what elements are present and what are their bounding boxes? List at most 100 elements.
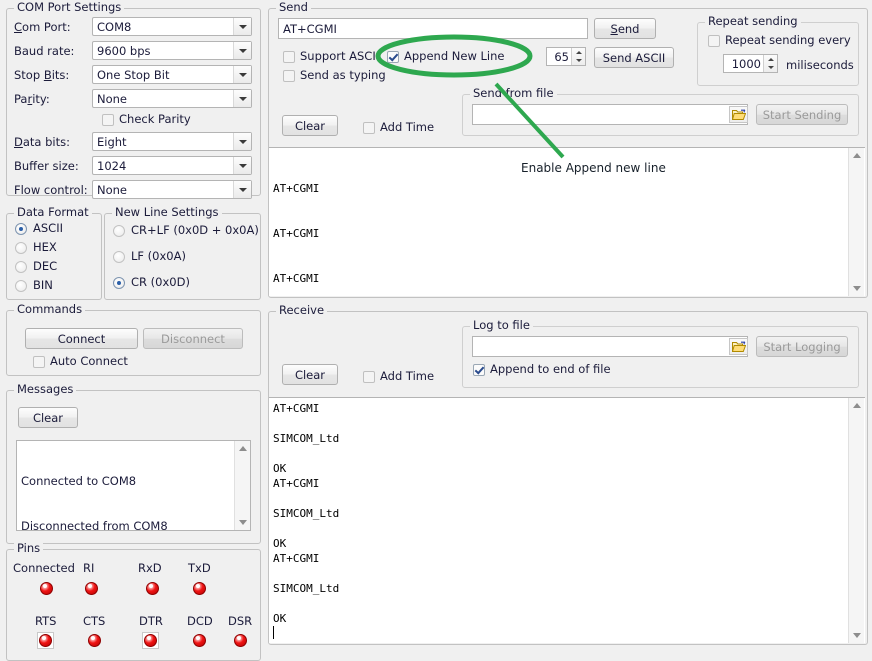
chevron-down-icon[interactable]: [233, 42, 251, 59]
spinner-down-icon[interactable]: [572, 57, 585, 66]
spinner-up-icon[interactable]: [764, 55, 777, 64]
radio-label: HEX: [33, 241, 57, 254]
chevron-down-icon[interactable]: [233, 133, 251, 150]
start-logging-label: Start Logging: [763, 340, 840, 354]
folder-open-icon[interactable]: [729, 106, 748, 123]
chevron-down-icon[interactable]: [233, 181, 251, 198]
data-format-title: Data Format: [14, 206, 92, 218]
spinner-down-icon[interactable]: [764, 64, 777, 73]
receive-add-time-checkbox[interactable]: Add Time: [363, 370, 434, 383]
send-ascii-button[interactable]: Send ASCII: [594, 47, 674, 68]
radio-dot: [15, 242, 27, 254]
receive-log-pane[interactable]: AT+CGMI SIMCOM_Ltd OK AT+CGMI SIMCOM_Ltd…: [269, 397, 865, 643]
radio-dot: [113, 277, 125, 289]
start-sending-button[interactable]: Start Sending: [756, 104, 848, 125]
new-line-settings-title: New Line Settings: [112, 206, 222, 218]
messages-scrollbar[interactable]: [234, 441, 250, 530]
radio-data-format-hex[interactable]: HEX: [15, 241, 57, 254]
radio-data-format-ascii[interactable]: ASCII: [15, 222, 63, 235]
folder-open-icon[interactable]: [729, 338, 748, 355]
messages-clear-button[interactable]: Clear: [18, 407, 78, 428]
support-ascii-label: Support ASCII: [300, 50, 379, 63]
stop-bits-combo[interactable]: One Stop Bit: [92, 65, 252, 84]
scroll-up-icon[interactable]: [849, 398, 865, 413]
spinner-buttons[interactable]: [571, 48, 585, 65]
send-log-line: AT+CGMI: [273, 181, 847, 196]
pin-label-txd: TxD: [188, 562, 211, 575]
radio-newline-cr[interactable]: CR (0x0D): [113, 276, 190, 289]
scroll-down-icon[interactable]: [235, 515, 251, 530]
chevron-down-icon[interactable]: [233, 157, 251, 174]
data-bits-combo[interactable]: Eight: [92, 132, 252, 151]
repeat-sending-checkbox[interactable]: Repeat sending every: [708, 34, 851, 47]
send-add-time-checkbox[interactable]: Add Time: [363, 121, 434, 134]
send-clear-button[interactable]: Clear: [282, 115, 338, 136]
send-button[interactable]: Send: [594, 18, 656, 39]
send-from-file-input[interactable]: [472, 104, 748, 125]
receive-clear-label: Clear: [295, 368, 325, 382]
repeat-interval-spinner[interactable]: 1000: [723, 54, 778, 73]
buffer-size-value: 1024: [93, 159, 233, 173]
radio-data-format-bin[interactable]: BIN: [15, 279, 53, 292]
scroll-down-icon[interactable]: [849, 281, 865, 296]
connect-button[interactable]: Connect: [25, 328, 138, 349]
parity-combo[interactable]: None: [92, 89, 252, 108]
messages-log-pane[interactable]: Connected to COM8 Disconnected from COM8: [16, 440, 251, 531]
receive-log-scrollbar[interactable]: [848, 398, 864, 643]
auto-connect-checkbox[interactable]: Auto Connect: [33, 355, 128, 368]
spinner-buttons[interactable]: [763, 55, 777, 72]
start-sending-label: Start Sending: [763, 108, 842, 122]
chevron-down-icon[interactable]: [233, 90, 251, 107]
send-clear-label: Clear: [295, 119, 325, 133]
send-command-input[interactable]: AT+CGMI: [278, 18, 588, 39]
flow-control-value: None: [93, 183, 233, 197]
checkbox-box: [473, 364, 485, 376]
flow-control-combo[interactable]: None: [92, 180, 252, 199]
scroll-up-icon[interactable]: [849, 148, 865, 163]
com-port-combo[interactable]: COM8: [92, 17, 252, 36]
chevron-down-icon[interactable]: [233, 18, 251, 35]
receive-group: Receive Clear Add Time Log to file Start…: [268, 311, 868, 645]
append-to-end-of-file-checkbox[interactable]: Append to end of file: [473, 363, 611, 376]
buffer-size-combo[interactable]: 1024: [92, 156, 252, 175]
spinner-up-icon[interactable]: [572, 48, 585, 57]
pin-label-rxd: RxD: [138, 562, 162, 575]
append-to-end-of-file-label: Append to end of file: [490, 363, 611, 376]
led-dcd: [193, 634, 206, 647]
start-logging-button[interactable]: Start Logging: [756, 336, 848, 357]
chevron-down-icon[interactable]: [233, 66, 251, 83]
check-parity-checkbox[interactable]: Check Parity: [102, 113, 191, 126]
pin-label-ri: RI: [83, 562, 94, 575]
baud-rate-combo[interactable]: 9600 bps: [92, 41, 252, 60]
radio-data-format-dec[interactable]: DEC: [15, 260, 57, 273]
pin-label-dsr: DSR: [228, 615, 252, 628]
led-txd: [193, 582, 206, 595]
repeat-units-label: miliseconds: [786, 59, 854, 72]
log-to-file-input[interactable]: [472, 336, 748, 357]
baud-rate-label: Baud rate:: [14, 45, 74, 58]
send-log-scrollbar[interactable]: [848, 148, 864, 296]
messages-line: Disconnected from COM8: [21, 519, 232, 531]
scroll-down-icon[interactable]: [849, 628, 865, 643]
led-dsr: [234, 634, 247, 647]
send-log-line: AT+CGMI: [273, 226, 847, 241]
send-as-typing-checkbox[interactable]: Send as typing: [283, 69, 386, 82]
disconnect-button[interactable]: Disconnect: [143, 328, 243, 349]
append-new-line-checkbox[interactable]: Append New Line: [387, 50, 505, 63]
pins-group: Pins Connected RI RxD TxD RTS CTS DTR DC…: [6, 549, 261, 661]
scroll-up-icon[interactable]: [235, 441, 251, 456]
send-log-line: AT+CGMI: [273, 271, 847, 286]
receive-clear-button[interactable]: Clear: [282, 364, 338, 385]
ascii-code-value: 65: [547, 50, 571, 64]
support-ascii-checkbox[interactable]: Support ASCII: [283, 50, 379, 63]
pin-label-cts: CTS: [83, 615, 105, 628]
repeat-sending-label: Repeat sending every: [725, 34, 851, 47]
led-rts: [39, 634, 52, 647]
stop-bits-label: Stop Bits:: [14, 69, 69, 82]
radio-newline-lf[interactable]: LF (0x0A): [113, 250, 186, 263]
led-ri: [85, 582, 98, 595]
log-to-file-group: Log to file Start Logging Append to end …: [462, 326, 859, 388]
radio-newline-crlf[interactable]: CR+LF (0x0D + 0x0A): [113, 224, 259, 237]
ascii-code-spinner[interactable]: 65: [546, 47, 586, 66]
data-bits-label: Data bits:: [14, 136, 70, 149]
